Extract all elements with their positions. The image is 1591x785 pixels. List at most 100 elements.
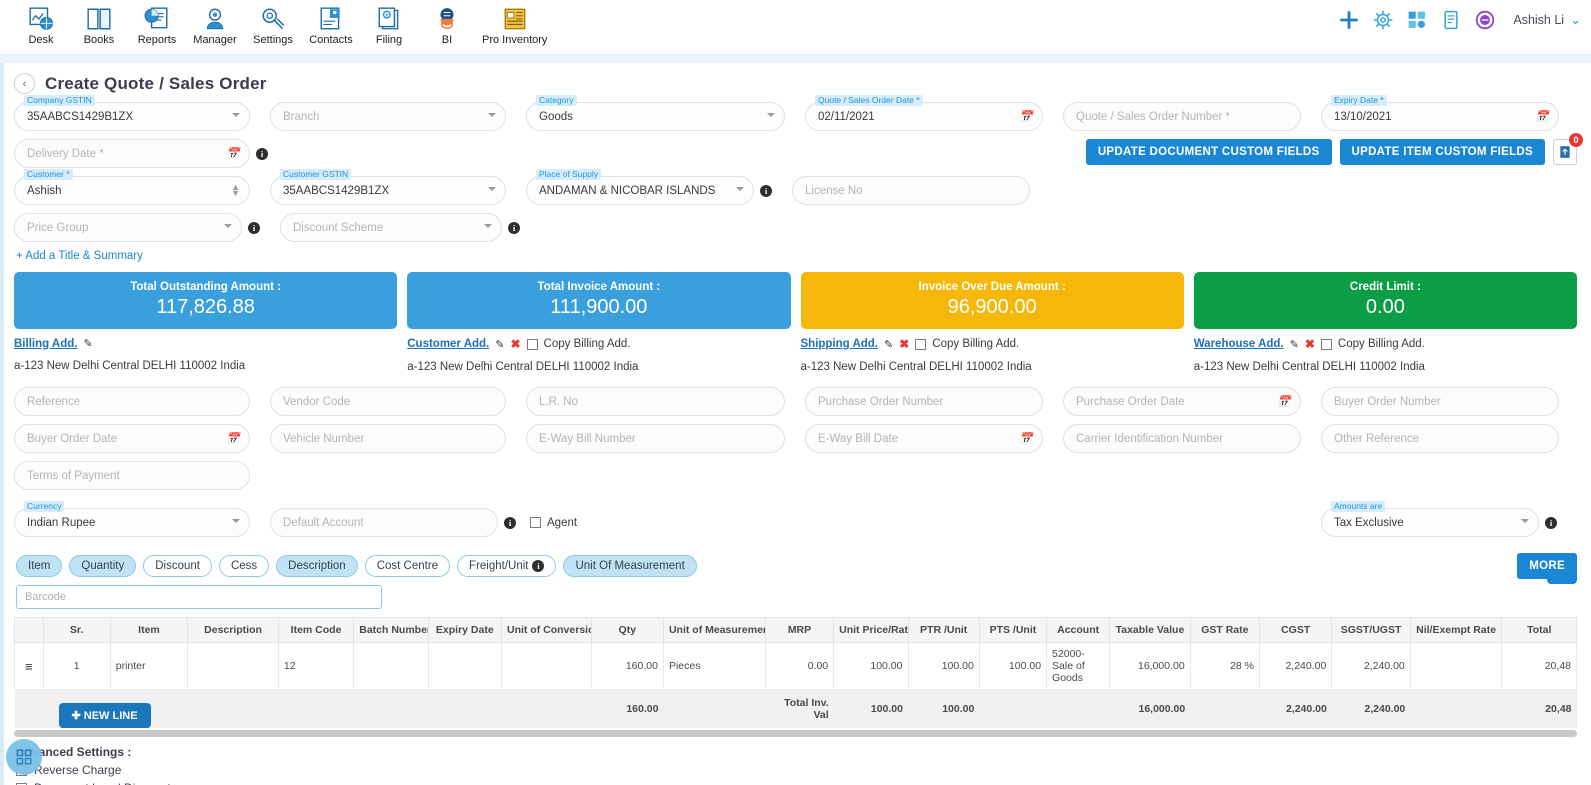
chat-help-button[interactable] xyxy=(6,739,42,775)
vehicle-number-field[interactable]: Vehicle Number xyxy=(270,424,506,453)
upload-button[interactable]: 0 xyxy=(1553,133,1583,165)
expiry-date-field[interactable]: Expiry Date * 13/10/2021 📅 xyxy=(1321,95,1559,131)
advanced-option-document-level-discount[interactable]: Document Level Discount xyxy=(16,781,1591,785)
more-button[interactable]: MORE xyxy=(1517,553,1577,579)
edit-icon[interactable]: ✎ xyxy=(1290,338,1299,351)
cell-ptr[interactable]: 100.00 xyxy=(907,642,980,690)
discount-scheme-field[interactable]: Discount Scheme xyxy=(280,213,502,242)
info-icon[interactable]: i xyxy=(760,184,772,197)
edit-icon[interactable]: ✎ xyxy=(884,338,893,351)
chip-description[interactable]: Description xyxy=(276,555,358,577)
vendor-code-field[interactable]: Vendor Code xyxy=(270,387,506,416)
gear-icon[interactable] xyxy=(1373,10,1393,30)
customer-address-link[interactable]: Customer Add. xyxy=(407,338,489,350)
calendar-icon[interactable]: 📅 xyxy=(1019,110,1033,123)
horizontal-scrollbar[interactable] xyxy=(14,730,1577,737)
chip-cess[interactable]: Cess xyxy=(218,555,270,577)
eway-bill-number-field[interactable]: E-Way Bill Number xyxy=(526,424,785,453)
calendar-icon[interactable]: 📅 xyxy=(1019,432,1033,445)
copy-billing-checkbox[interactable] xyxy=(915,338,927,350)
nav-item-reports[interactable]: Reports xyxy=(128,4,186,46)
lr-no-field[interactable]: L.R. No xyxy=(526,387,785,416)
other-reference-field[interactable]: Other Reference xyxy=(1321,424,1559,453)
quote-date-field[interactable]: Quote / Sales Order Date * 02/11/2021 📅 xyxy=(805,95,1043,131)
copy-billing-checkbox[interactable] xyxy=(526,338,538,350)
nav-item-manager[interactable]: Manager xyxy=(186,4,244,46)
cell-gst-rate[interactable]: 28 % xyxy=(1189,642,1260,690)
billing-address-link[interactable]: Billing Add. xyxy=(14,338,77,350)
cell-account[interactable]: 52000-Sale of Goods xyxy=(1046,642,1111,690)
table-row[interactable]: ≡ 1 printer 12 160.00 Pieces 0.00 100.00… xyxy=(14,642,1577,690)
default-account-field[interactable]: Default Account xyxy=(270,508,498,537)
add-title-summary-link[interactable]: + Add a Title & Summary xyxy=(16,250,1591,262)
agent-checkbox[interactable] xyxy=(530,517,541,528)
plus-icon[interactable] xyxy=(1339,10,1359,30)
cell-unit-price[interactable]: 100.00 xyxy=(833,642,909,690)
info-icon[interactable]: i xyxy=(504,516,516,529)
branch-field[interactable]: Branch xyxy=(270,102,506,131)
carrier-identification-number-field[interactable]: Carrier Identification Number xyxy=(1063,424,1301,453)
cell-pts[interactable]: 100.00 xyxy=(978,642,1048,690)
cell-taxable-value[interactable]: 16,000.00 xyxy=(1109,642,1191,690)
update-item-custom-fields-button[interactable]: UPDATE ITEM CUSTOM FIELDS xyxy=(1339,139,1545,165)
nav-item-desk[interactable]: Desk xyxy=(12,4,70,46)
info-icon[interactable]: i xyxy=(1545,516,1557,529)
info-icon[interactable]: i xyxy=(248,221,260,234)
calendar-icon[interactable]: 📅 xyxy=(226,432,240,445)
company-gstin-field[interactable]: Company GSTIN 35AABCS1429B1ZX xyxy=(14,95,250,131)
cell-sgst[interactable]: 2,240.00 xyxy=(1331,642,1411,690)
warehouse-address-link[interactable]: Warehouse Add. xyxy=(1194,338,1284,350)
shipping-address-link[interactable]: Shipping Add. xyxy=(801,338,879,350)
terms-of-payment-field[interactable]: Terms of Payment xyxy=(14,461,250,490)
cell-nil-exempt[interactable] xyxy=(1409,642,1503,690)
user-menu[interactable]: Ashish Li ⌄ xyxy=(1513,12,1581,28)
nav-item-pro-inventory[interactable]: Pro Inventory xyxy=(476,4,553,46)
delete-icon[interactable]: ✖ xyxy=(510,337,520,351)
license-no-field[interactable]: License No xyxy=(792,176,1030,205)
cell-cgst[interactable]: 2,240.00 xyxy=(1258,642,1333,690)
copy-billing-checkbox[interactable] xyxy=(1320,338,1332,350)
cell-description[interactable] xyxy=(187,642,279,690)
chip-discount[interactable]: Discount xyxy=(143,555,212,577)
buyer-order-number-field[interactable]: Buyer Order Number xyxy=(1321,387,1559,416)
chip-unit-of-measurement[interactable]: Unit Of Measurement xyxy=(563,555,697,577)
amounts-are-field[interactable]: Amounts are Tax Exclusive xyxy=(1321,501,1539,537)
barcode-input[interactable]: Barcode xyxy=(16,585,382,609)
nav-item-contacts[interactable]: Contacts xyxy=(302,4,360,46)
reference-field[interactable]: Reference xyxy=(14,387,250,416)
update-document-custom-fields-button[interactable]: UPDATE DOCUMENT CUSTOM FIELDS xyxy=(1085,139,1332,165)
stepper-icon[interactable]: ▲ ▼ xyxy=(231,183,240,198)
price-group-field[interactable]: Price Group xyxy=(14,213,242,242)
customer-gstin-field[interactable]: Customer GSTIN 35AABCS1429B1ZX xyxy=(270,169,506,205)
place-of-supply-field[interactable]: Place of Supply ANDAMAN & NICOBAR ISLAND… xyxy=(526,169,754,205)
cell-expiry-date[interactable] xyxy=(427,642,502,690)
edit-icon[interactable]: ✎ xyxy=(495,338,504,351)
buyer-order-date-field[interactable]: Buyer Order Date 📅 xyxy=(14,424,250,453)
delivery-date-field[interactable]: Delivery Date * 📅 xyxy=(14,139,250,168)
delete-icon[interactable]: ✖ xyxy=(1305,337,1315,351)
cell-item[interactable]: printer xyxy=(109,642,189,690)
purchase-order-number-field[interactable]: Purchase Order Number xyxy=(805,387,1043,416)
quote-number-field[interactable]: Quote / Sales Order Number * xyxy=(1063,102,1301,131)
info-icon[interactable]: i xyxy=(532,560,545,572)
currency-field[interactable]: Currency Indian Rupee xyxy=(14,501,250,537)
info-icon[interactable]: i xyxy=(508,221,520,234)
cell-qty[interactable]: 160.00 xyxy=(590,642,664,690)
row-drag-handle[interactable]: ≡ xyxy=(14,642,44,690)
cell-uom[interactable]: Pieces xyxy=(662,642,766,690)
delete-icon[interactable]: ✖ xyxy=(899,337,909,351)
new-line-button[interactable]: ✚ NEW LINE xyxy=(58,703,151,728)
customer-field[interactable]: Customer * Ashish ▲ ▼ xyxy=(14,169,250,205)
cell-mrp[interactable]: 0.00 xyxy=(764,642,835,690)
back-button[interactable]: ‹ xyxy=(14,73,35,94)
purchase-order-date-field[interactable]: Purchase Order Date 📅 xyxy=(1063,387,1301,416)
cell-batch-number[interactable] xyxy=(353,642,429,690)
calendar-icon[interactable]: 📅 xyxy=(1535,110,1549,123)
nav-item-filing[interactable]: Filing xyxy=(360,4,418,46)
calendar-icon[interactable]: 📅 xyxy=(1277,395,1291,408)
chip-quantity[interactable]: Quantity xyxy=(69,555,137,577)
chip-item[interactable]: Item xyxy=(16,555,63,577)
eway-bill-date-field[interactable]: E-Way Bill Date 📅 xyxy=(805,424,1043,453)
nav-item-bi[interactable]: BI xyxy=(418,4,476,46)
category-field[interactable]: Category Goods xyxy=(526,95,785,131)
